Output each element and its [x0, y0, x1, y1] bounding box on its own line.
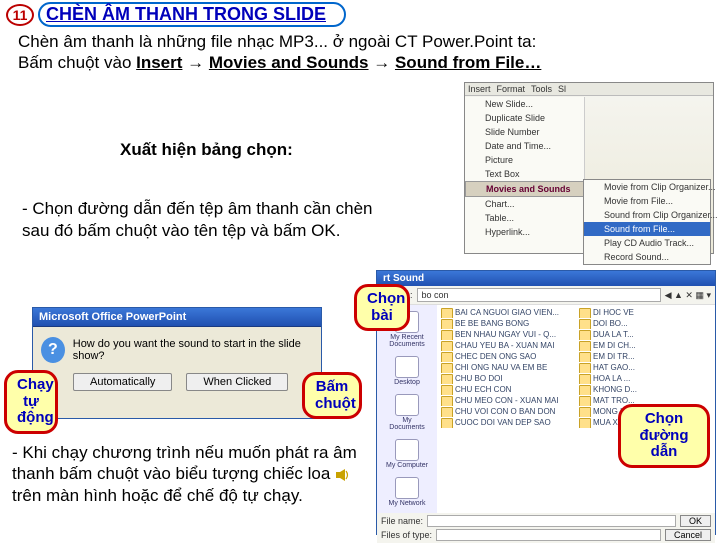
menu-item[interactable]: Hyperlink... — [465, 225, 584, 239]
file-item[interactable]: DI HOC VE — [579, 307, 711, 318]
file-item[interactable]: CHEC DEN ONG SAO — [441, 351, 573, 362]
when-clicked-button[interactable]: When Clicked — [186, 373, 288, 391]
menu-item[interactable]: Picture — [465, 153, 584, 167]
file-item[interactable]: CHI ONG NAU VA EM BE — [441, 362, 573, 373]
submenu-item[interactable]: Movie from Clip Organizer... — [584, 180, 710, 194]
submenu-item[interactable]: Record Sound... — [584, 250, 710, 264]
ok-button[interactable]: OK — [680, 515, 711, 527]
file-item[interactable]: DOI BO... — [579, 318, 711, 329]
cancel-button[interactable]: Cancel — [665, 529, 711, 541]
filetype-input[interactable] — [436, 529, 661, 541]
section-number: 11 — [6, 4, 34, 26]
submenu-item[interactable]: Sound from Clip Organizer... — [584, 208, 710, 222]
callout-choose-path: Chọn đường dẫn — [618, 404, 710, 468]
bottom-instruction: - Khi chạy chương trình nếu muốn phát ra… — [12, 442, 372, 506]
intro-line1: Chèn âm thanh là những file nhạc MP3... … — [18, 31, 702, 52]
automatically-button[interactable]: Automatically — [73, 373, 172, 391]
path-instruction: - Chọn đường dẫn đến tệp âm thanh cần ch… — [22, 198, 392, 242]
menu-item[interactable]: Chart... — [465, 197, 584, 211]
dialog-title: Microsoft Office PowerPoint — [33, 308, 321, 327]
file-item[interactable]: CHU BO DOI — [441, 373, 573, 384]
submenu-item[interactable]: Movie from File... — [584, 194, 710, 208]
question-icon: ? — [41, 337, 65, 363]
submenu-item[interactable]: Play CD Audio Track... — [584, 236, 710, 250]
file-item[interactable]: CHU VOI CON O BAN DON — [441, 406, 573, 417]
submenu-sound-from-file[interactable]: Sound from File... — [584, 222, 710, 236]
menu-item[interactable]: Text Box — [465, 167, 584, 181]
places-network[interactable]: My Network — [385, 477, 429, 507]
intro-line2: Bấm chuột vào Insert → Movies and Sounds… — [18, 52, 702, 73]
file-item[interactable]: DUA LA T... — [579, 329, 711, 340]
dialog-message: How do you want the sound to start in th… — [73, 338, 313, 362]
insert-sound-file-dialog: rt Sound Look in: bo con ◀ ▲ ✕ ▦ ▾ My Re… — [376, 270, 716, 535]
file-item[interactable]: BE BE BANG BONG — [441, 318, 573, 329]
speaker-icon — [335, 467, 351, 483]
lookin-dropdown[interactable]: bo con — [417, 288, 661, 302]
file-item[interactable]: HAT GAO... — [579, 362, 711, 373]
file-item[interactable]: CUOC DOI VAN DEP SAO — [441, 417, 573, 428]
places-documents[interactable]: My Documents — [385, 394, 429, 431]
section-title: CHÈN ÂM THANH TRONG SLIDE — [38, 2, 346, 27]
file-item[interactable]: CHU MEO CON - XUAN MAI — [441, 395, 573, 406]
callout-click: Bấm chuột — [302, 372, 362, 419]
filename-input[interactable] — [427, 515, 676, 527]
callout-auto-run: Chạy tự động — [4, 370, 58, 434]
menu-item[interactable]: Date and Time... — [465, 139, 584, 153]
callout-choose-song: Chọn bài — [354, 284, 410, 331]
file-item[interactable]: HOA LA ... — [579, 373, 711, 384]
file-item[interactable]: KHONG D... — [579, 384, 711, 395]
menubar-insert: Insert — [468, 84, 491, 94]
places-computer[interactable]: My Computer — [385, 439, 429, 469]
filename-label: File name: — [381, 516, 423, 526]
menu-item[interactable]: Slide Number — [465, 125, 584, 139]
menubar-slideshow: Sl — [558, 84, 566, 94]
file-dialog-title: rt Sound — [377, 271, 715, 286]
filetype-label: Files of type: — [381, 530, 432, 540]
file-item[interactable]: EM DI TR... — [579, 351, 711, 362]
appear-label: Xuất hiện bảng chọn: — [120, 140, 293, 160]
menu-item[interactable]: Duplicate Slide — [465, 111, 584, 125]
menubar-format: Format — [497, 84, 526, 94]
menu-item[interactable]: New Slide... — [465, 97, 584, 111]
toolbar-icons[interactable]: ◀ ▲ ✕ ▦ ▾ — [665, 290, 711, 301]
places-desktop[interactable]: Desktop — [385, 356, 429, 386]
file-item[interactable]: CHU ECH CON — [441, 384, 573, 395]
menu-item-movies-sounds[interactable]: Movies and Sounds — [465, 181, 584, 197]
menubar-tools: Tools — [531, 84, 552, 94]
menu-item[interactable]: Table... — [465, 211, 584, 225]
sound-start-dialog: Microsoft Office PowerPoint ? How do you… — [32, 307, 322, 419]
file-item[interactable]: CHAU YEU BA - XUAN MAI — [441, 340, 573, 351]
file-item[interactable]: BAI CA NGUOI GIAO VIEN... — [441, 307, 573, 318]
intro-text: Chèn âm thanh là những file nhạc MP3... … — [0, 29, 720, 76]
file-item[interactable]: BEN NHAU NGAY VUI - Q... — [441, 329, 573, 340]
insert-menu-screenshot: Insert Format Tools Sl New Slide... Dupl… — [464, 82, 714, 254]
file-item[interactable]: EM DI CH... — [579, 340, 711, 351]
